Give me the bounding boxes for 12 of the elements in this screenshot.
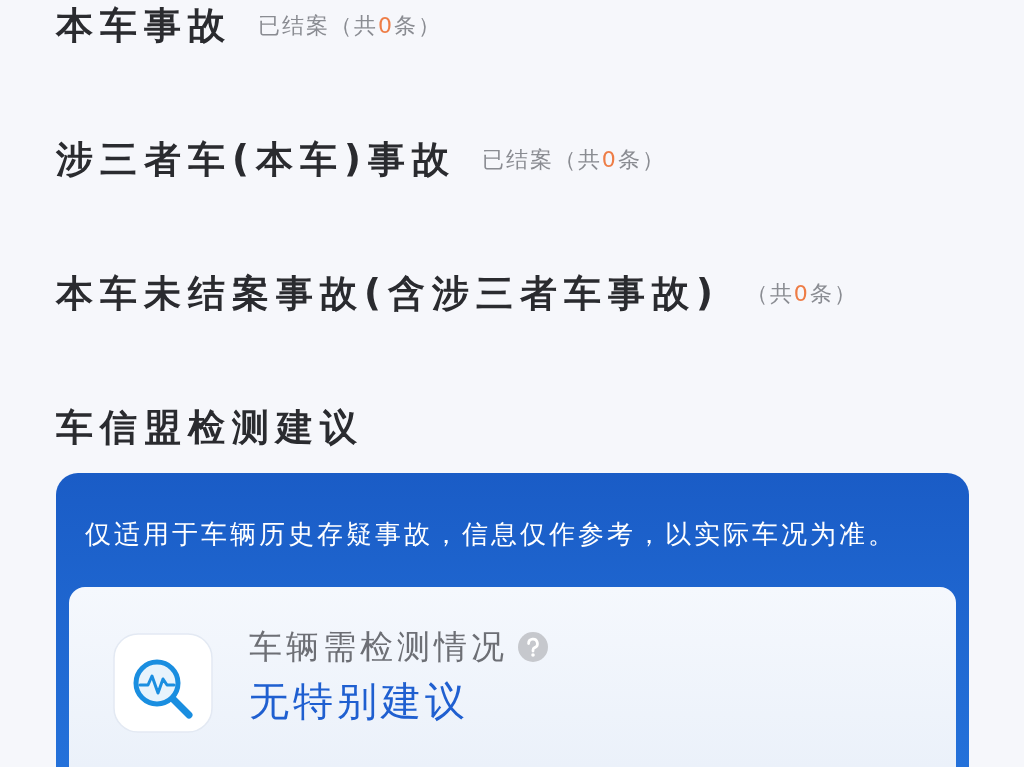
section-title: 本车未结案事故(含涉三者车事故) bbox=[56, 271, 720, 317]
section-title: 涉三者车(本车)事故 bbox=[56, 137, 456, 183]
notice-text: 仅适用于车辆历史存疑事故，信息仅作参考，以实际车况为准。 bbox=[84, 518, 898, 551]
check-label: 车辆需检测情况 bbox=[249, 626, 508, 668]
record-count: （共0条） bbox=[745, 280, 858, 308]
record-count: 已结案（共0条） bbox=[258, 12, 442, 40]
section-title: 本车事故 bbox=[56, 3, 232, 49]
result-value: 无特别建议 bbox=[249, 677, 470, 726]
help-icon[interactable] bbox=[518, 632, 548, 662]
magnifier-icon bbox=[113, 633, 213, 733]
record-count: 已结案（共0条） bbox=[481, 146, 666, 174]
section-title: 车信盟检测建议 bbox=[56, 405, 364, 451]
